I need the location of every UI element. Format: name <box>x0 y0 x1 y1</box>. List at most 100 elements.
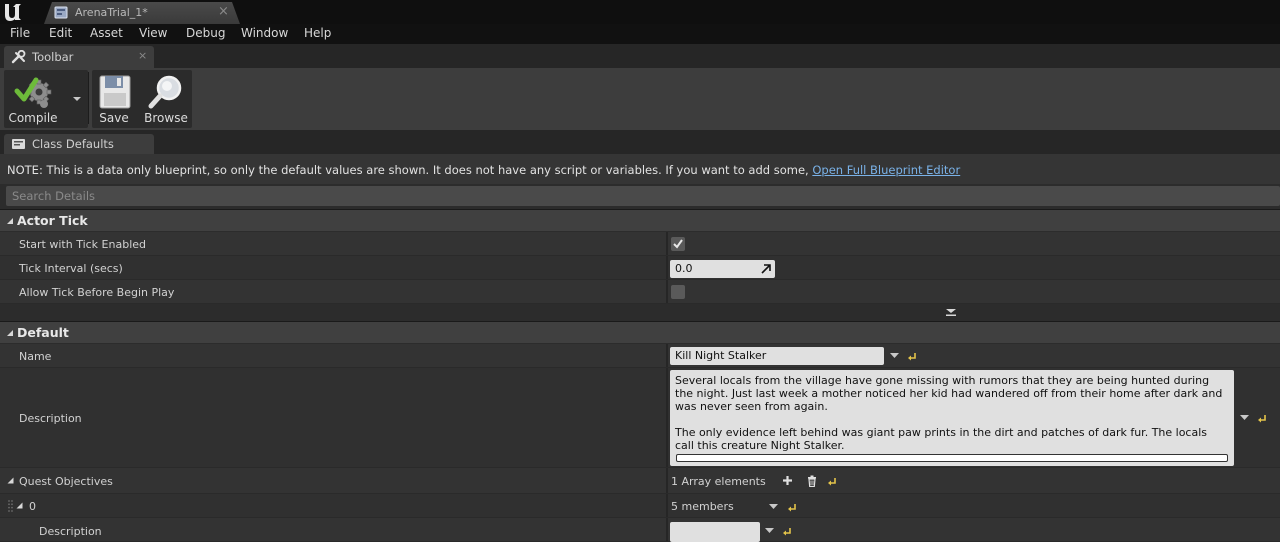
menu-debug[interactable]: Debug <box>186 26 225 40</box>
description-paragraph-1: Several locals from the village have gon… <box>675 374 1223 413</box>
actor-tick-category-header[interactable]: Actor Tick <box>0 209 1280 231</box>
blueprint-asset-icon <box>54 6 68 19</box>
drag-handle-icon[interactable] <box>8 500 13 512</box>
toolbar: Compile Save Browse <box>0 68 1280 130</box>
class-defaults-tab-label: Class Defaults <box>32 137 114 151</box>
allow-tick-before-begin-play-label: Allow Tick Before Begin Play <box>19 286 175 299</box>
toolbar-tab[interactable]: Toolbar × <box>4 46 154 68</box>
column-splitter[interactable] <box>666 468 668 493</box>
menu-bar: File Edit Asset View Debug Window Help <box>0 24 1280 44</box>
tick-interval-row: Tick Interval (secs) 0.0 <box>0 256 1280 280</box>
class-defaults-tab[interactable]: Class Defaults <box>4 134 154 154</box>
description-options-chevron-down-icon[interactable] <box>1240 415 1249 421</box>
checkmark-icon <box>673 239 683 249</box>
description-textarea[interactable]: Several locals from the village have gon… <box>670 370 1234 466</box>
description-row: Description Several locals from the vill… <box>0 368 1280 468</box>
description-paragraph-2: The only evidence left behind was giant … <box>675 426 1208 452</box>
save-button-label: Save <box>99 111 129 125</box>
note-text: NOTE: This is a data only blueprint, so … <box>7 163 809 177</box>
clear-elements-trash-icon[interactable] <box>807 475 817 487</box>
default-header-label: Default <box>17 325 69 340</box>
menu-edit[interactable]: Edit <box>49 26 72 40</box>
save-button[interactable]: Save <box>92 70 136 128</box>
details-panel: NOTE: This is a data only blueprint, so … <box>0 154 1280 542</box>
element-members-count: 5 members <box>671 500 734 513</box>
quest-objectives-count: 1 Array elements <box>671 475 766 488</box>
menu-window[interactable]: Window <box>241 26 288 40</box>
add-element-plus-icon[interactable] <box>782 475 793 486</box>
name-reset-to-default-icon[interactable] <box>907 351 917 361</box>
quest-objectives-label: Quest Objectives <box>19 475 113 488</box>
data-only-note: NOTE: This is a data only blueprint, so … <box>7 163 960 177</box>
wrench-icon <box>11 50 26 64</box>
column-splitter[interactable] <box>666 368 668 467</box>
name-options-chevron-down-icon[interactable] <box>890 353 899 359</box>
save-floppy-icon <box>99 75 131 109</box>
element-reset-to-default-icon[interactable] <box>787 502 797 512</box>
description-reset-to-default-icon[interactable] <box>1257 413 1267 423</box>
compile-button-label: Compile <box>8 111 58 125</box>
quest-objectives-expand-arrow-icon[interactable] <box>7 477 14 484</box>
element-description-row: Description <box>0 518 1280 542</box>
collapse-arrow-icon <box>7 218 13 224</box>
show-advanced-chevron-icon[interactable] <box>945 308 957 317</box>
class-defaults-icon <box>12 139 25 149</box>
browse-button-label: Browse <box>144 111 188 125</box>
class-defaults-tab-row: Class Defaults <box>0 132 1280 154</box>
column-splitter[interactable] <box>666 494 668 517</box>
drag-resize-icon[interactable] <box>761 264 771 274</box>
column-splitter[interactable] <box>666 280 668 303</box>
compile-group: Compile <box>4 70 88 128</box>
save-browse-group: Save Browse <box>92 70 192 128</box>
start-with-tick-enabled-row: Start with Tick Enabled <box>0 232 1280 256</box>
collapse-arrow-icon <box>7 330 13 336</box>
search-details-input[interactable] <box>6 186 1280 206</box>
toolbar-tab-row: Toolbar × <box>0 44 1280 68</box>
default-category-header[interactable]: Default <box>0 321 1280 343</box>
element-index-label: 0 <box>29 500 36 513</box>
column-splitter[interactable] <box>666 518 668 541</box>
toolbar-separator <box>88 72 89 124</box>
toolbar-tab-label: Toolbar <box>32 50 74 64</box>
toolbar-tab-close-icon[interactable]: × <box>138 49 147 62</box>
allow-tick-before-begin-play-checkbox[interactable] <box>671 285 685 299</box>
menu-file[interactable]: File <box>10 26 30 40</box>
tick-interval-label: Tick Interval (secs) <box>19 262 123 275</box>
column-splitter[interactable] <box>666 256 668 279</box>
element-description-reset-to-default-icon[interactable] <box>782 526 792 536</box>
tick-interval-input[interactable]: 0.0 <box>670 260 775 278</box>
compile-options-chevron-down-icon[interactable] <box>70 94 84 104</box>
element-options-chevron-down-icon[interactable] <box>769 504 778 510</box>
menu-view[interactable]: View <box>139 26 167 40</box>
advanced-toggle-bar <box>0 304 1280 320</box>
document-tab-label: ArenaTrial_1* <box>75 6 148 19</box>
quest-objectives-reset-to-default-icon[interactable] <box>827 476 837 486</box>
element-description-options-chevron-down-icon[interactable] <box>765 528 774 534</box>
compile-gear-check-icon <box>14 77 52 108</box>
column-splitter[interactable] <box>666 232 668 255</box>
column-splitter[interactable] <box>666 344 668 367</box>
title-bar: ArenaTrial_1* × <box>0 0 1280 24</box>
open-full-blueprint-editor-link[interactable]: Open Full Blueprint Editor <box>812 163 960 177</box>
element-description-input[interactable] <box>670 522 760 542</box>
unreal-engine-logo-icon[interactable] <box>2 1 24 23</box>
browse-button[interactable]: Browse <box>140 70 192 128</box>
compile-button[interactable]: Compile <box>4 70 62 128</box>
description-horizontal-scrollbar[interactable] <box>676 454 1228 462</box>
element-expand-arrow-icon[interactable] <box>16 502 23 509</box>
browse-magnifier-icon <box>148 75 182 109</box>
menu-help[interactable]: Help <box>304 26 331 40</box>
element-description-label: Description <box>39 525 102 538</box>
data-only-note-bar: NOTE: This is a data only blueprint, so … <box>0 154 1280 184</box>
name-label: Name <box>19 350 52 363</box>
quest-objectives-row: Quest Objectives 1 Array elements <box>0 468 1280 494</box>
document-tab[interactable]: ArenaTrial_1* × <box>44 2 240 24</box>
start-with-tick-enabled-label: Start with Tick Enabled <box>19 238 147 251</box>
name-input[interactable]: Kill Night Stalker <box>670 347 884 365</box>
start-with-tick-enabled-checkbox[interactable] <box>671 237 685 251</box>
document-tab-close-icon[interactable]: × <box>218 4 229 19</box>
actor-tick-header-label: Actor Tick <box>17 213 88 228</box>
menu-asset[interactable]: Asset <box>90 26 123 40</box>
name-row: Name Kill Night Stalker <box>0 344 1280 368</box>
tick-interval-value: 0.0 <box>675 262 693 275</box>
